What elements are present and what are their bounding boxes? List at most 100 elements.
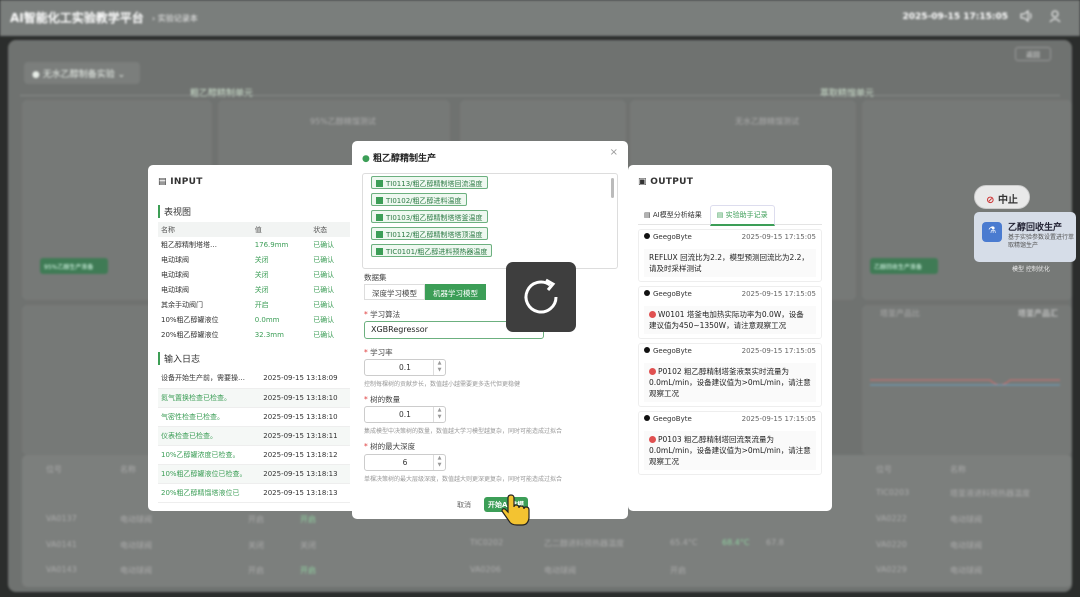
bg-row-name: 电动球阀: [120, 566, 152, 575]
message-card: GeegoByte 2025-09-15 17:15:05 P0103 粗乙醇精制…: [638, 411, 822, 475]
table-view-title: 表视图: [158, 205, 350, 218]
table-row: 20%粗乙醇罐液位 32.3mm 已确认: [158, 327, 350, 342]
log-time: 2025-09-15 13:18:10: [260, 388, 350, 408]
checkbox-icon: [376, 180, 383, 187]
bg-chart-label2: 塔釜产品汇: [1018, 309, 1058, 318]
cell-name: 粗乙醇精制塔塔…: [161, 240, 217, 249]
bg-mid-v1: 65.4°C: [670, 538, 698, 547]
bg-row-switch[interactable]: 开启: [300, 565, 316, 576]
table-row: 电动球阀 关闭 已确认: [158, 282, 350, 297]
log-row: 氮气置换检查已检查。 2025-09-15 13:18:10: [158, 388, 350, 408]
variable-tag[interactable]: TI0102/粗乙醇进料温度: [371, 193, 467, 206]
bg-row-code: VA0141: [46, 540, 77, 549]
variable-tag[interactable]: TI0113/粗乙醇精制塔回流温度: [371, 176, 488, 189]
table-row: 10%粗乙醇罐液位 0.0mm 已确认: [158, 312, 350, 327]
section-right-title: 萃取精馏单元: [820, 89, 875, 99]
dataset-label: 数据集: [364, 273, 387, 282]
table-row: 粗乙醇精制塔塔… 176.9mm 已确认: [158, 237, 350, 252]
bg-row-name: 电动球阀: [120, 541, 152, 550]
bg-right-code: VA0229: [876, 565, 907, 574]
bg-right-name: 电动球阀: [950, 515, 982, 524]
output-icon: ▣: [638, 177, 647, 187]
bg-right-name: 电动球阀: [950, 566, 982, 575]
warning-icon: [649, 311, 656, 318]
variable-tag[interactable]: TI0103/粗乙醇精制塔塔釜温度: [371, 210, 488, 223]
dataset-segmented[interactable]: 深度学习模型 机器学习模型: [364, 284, 486, 300]
checkbox-icon: [376, 231, 383, 238]
top-bar: AI智能化工实验教学平台 › 实验记录本 2025-09-15 17:15:05: [0, 0, 1080, 36]
option-machine-learning[interactable]: 机器学习模型: [425, 284, 486, 300]
lr-hint: 控制每棵树的贡献步长，数值越小越需要更多迭代但更稳健: [364, 381, 521, 388]
input-title: ▤ INPUT: [158, 177, 203, 187]
stepper-arrows-icon[interactable]: ▲ ▼: [433, 455, 445, 470]
bg-mid-v1: 开启: [670, 566, 686, 575]
tab-ai-analysis[interactable]: ▤ AI模型分析结果: [638, 206, 708, 224]
cell-status: 已确认: [313, 285, 335, 294]
algo-label: * 学习算法: [364, 310, 401, 319]
speaker-icon[interactable]: [1020, 10, 1036, 24]
close-icon[interactable]: ×: [610, 147, 618, 158]
log-row: 仪表检查已检查。 2025-09-15 13:18:11: [158, 426, 350, 446]
divider: [20, 95, 1060, 96]
log-text: 10%乙醇罐浓度已检查。: [158, 445, 261, 465]
datetime: 2025-09-15 17:15:05: [902, 12, 1008, 22]
recovery-meta: 模型 控制优化: [1012, 266, 1050, 273]
stop-button[interactable]: ⊘ 中止: [974, 185, 1030, 209]
message-card: GeegoByte 2025-09-15 17:15:05 P0102 粗乙醇精制…: [638, 343, 822, 407]
variable-tag-list[interactable]: TI0113/粗乙醇精制塔回流温度 TI0102/粗乙醇进料温度 TI0103/…: [362, 173, 618, 269]
depth-hint: 单棵决策树的最大层级深度，数值越大则更深更复杂，同时可能造成过拟合: [364, 476, 563, 483]
tree-count-stepper[interactable]: 0.1 ▲ ▼: [364, 406, 446, 423]
checkbox-icon: [376, 248, 383, 255]
bg-row-name: 电动球阀: [120, 515, 152, 524]
return-button[interactable]: 返回: [1015, 47, 1051, 61]
bg-row-switch[interactable]: 关闭: [300, 540, 316, 551]
variable-tag[interactable]: TIC0101/粗乙醇进料预热器温度: [371, 244, 493, 257]
bg-right-code: VA0220: [876, 540, 907, 549]
bg-mid-code: TIC0202: [470, 538, 504, 547]
bg-chart-lines: [870, 379, 1060, 386]
cell-status: 已确认: [313, 255, 335, 264]
ai-modeling-dialog: ● 粗乙醇精制生产 × TI0113/粗乙醇精制塔回流温度 TI0102/粗乙醇…: [352, 141, 628, 519]
stop-icon: ⊘: [986, 195, 995, 206]
bot-avatar: [644, 347, 650, 353]
cell-name: 电动球阀: [161, 270, 189, 279]
bot-avatar: [644, 415, 650, 421]
breadcrumb[interactable]: › 实验记录本: [152, 13, 198, 24]
status-dot-icon: ●: [362, 154, 370, 164]
output-title: ▣ OUTPUT: [638, 177, 694, 187]
bg-right-col: 名称: [950, 465, 966, 474]
user-icon[interactable]: [1048, 10, 1064, 24]
input-icon: ▤: [158, 177, 167, 187]
col-status: 状态: [310, 222, 350, 237]
cell-status: 已确认: [313, 270, 335, 279]
bg-row-switch[interactable]: 开启: [300, 514, 316, 525]
log-text: 仪表检查已检查。: [158, 426, 261, 446]
trees-hint: 集成模型中决策树的数量，数值越大学习模型越复杂，同时可能造成过拟合: [364, 428, 563, 435]
cell-value: 32.3mm: [254, 330, 284, 339]
max-depth-stepper[interactable]: 6 ▲ ▼: [364, 454, 446, 471]
experiment-selector[interactable]: ● 无水乙醇制备实验 ⌄: [24, 62, 140, 84]
warning-icon: [649, 436, 656, 443]
scrollbar[interactable]: [611, 178, 614, 198]
trees-label: * 树的数量: [364, 395, 401, 404]
option-deep-learning[interactable]: 深度学习模型: [364, 284, 425, 300]
stepper-arrows-icon[interactable]: ▲ ▼: [433, 407, 445, 422]
input-card: ▤ INPUT 表视图 名称值状态 粗乙醇精制塔塔… 176.9mm 已确认 电动球…: [148, 165, 360, 511]
bg-mid-name: 电动球阀: [544, 566, 576, 575]
cancel-button[interactable]: 取消: [453, 497, 475, 512]
cell-status: 已确认: [313, 315, 335, 324]
stepper-arrows-icon[interactable]: ▲ ▼: [433, 360, 445, 375]
bg-col-name: 名称: [120, 465, 136, 474]
tab-assistant-log[interactable]: ▤ 实验助手记录: [709, 205, 775, 226]
learning-rate-stepper[interactable]: 0.1 ▲ ▼: [364, 359, 446, 376]
log-text: 20%粗乙醇精馏塔液位已: [158, 483, 261, 503]
bg-col-code: 位号: [46, 465, 62, 474]
bg-row-state: 开启: [248, 515, 264, 524]
variable-tag[interactable]: TI0112/粗乙醇精制塔塔顶温度: [371, 227, 488, 240]
log-time: 2025-09-15 13:18:13: [260, 483, 350, 503]
recovery-production-card[interactable]: ⚗ 乙醇回收生产 基于实验参数设置进行萃取精馏生产 模型 控制优化: [974, 212, 1076, 273]
flask-icon: ⚗: [982, 222, 1002, 242]
cell-value: 176.9mm: [254, 240, 289, 249]
message-time: 2025-09-15 17:15:05: [741, 347, 816, 355]
bg-ready-chip-right: 乙醇回收生产准备: [870, 258, 938, 274]
